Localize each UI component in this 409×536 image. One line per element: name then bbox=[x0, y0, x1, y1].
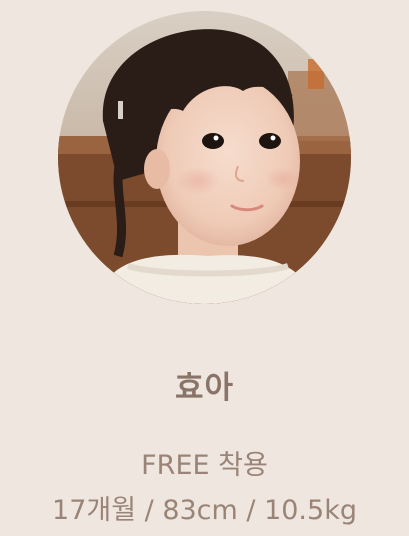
model-card: 효아 FREE 착용 17개월 / 83cm / 10.5kg bbox=[0, 0, 409, 536]
model-photo bbox=[58, 11, 351, 304]
model-specs: 17개월 / 83cm / 10.5kg bbox=[52, 495, 357, 526]
model-name: 효아 bbox=[174, 370, 235, 406]
size-info: FREE 착용 bbox=[141, 450, 268, 481]
